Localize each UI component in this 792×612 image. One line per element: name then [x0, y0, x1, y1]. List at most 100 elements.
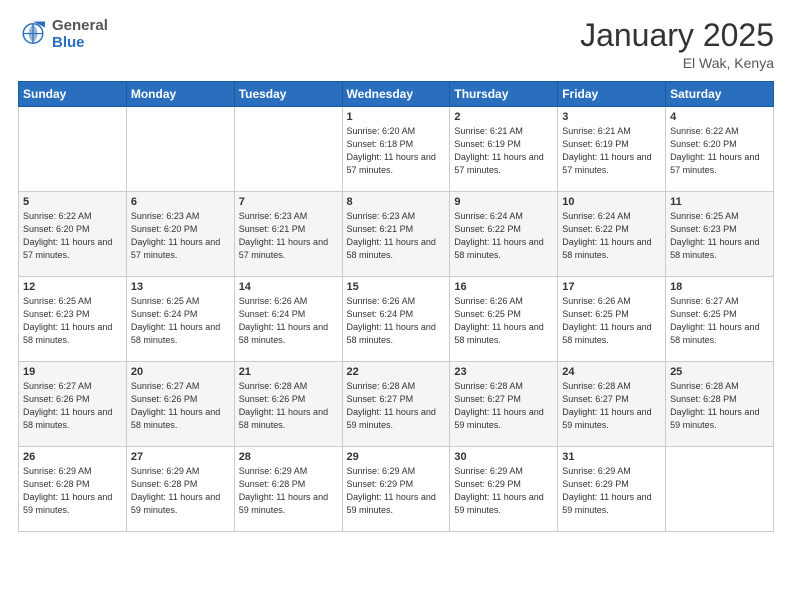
- day-number: 22: [347, 366, 446, 378]
- day-info: Sunrise: 6:27 AMSunset: 6:26 PMDaylight:…: [23, 380, 122, 432]
- day-info: Sunrise: 6:22 AMSunset: 6:20 PMDaylight:…: [670, 125, 769, 177]
- day-cell: 12 Sunrise: 6:25 AMSunset: 6:23 PMDayligh…: [19, 277, 127, 362]
- day-cell: 2 Sunrise: 6:21 AMSunset: 6:19 PMDaylight…: [450, 107, 558, 192]
- week-row-3: 19 Sunrise: 6:27 AMSunset: 6:26 PMDayligh…: [19, 362, 774, 447]
- day-cell: 8Sunrise: 6:23 AMSunset: 6:21 PMDaylight…: [342, 192, 450, 277]
- day-cell: 10 Sunrise: 6:24 AMSunset: 6:22 PMDayligh…: [558, 192, 666, 277]
- logo-text: General Blue: [52, 18, 108, 51]
- day-info: Sunrise: 6:25 AMSunset: 6:23 PMDaylight:…: [23, 295, 122, 347]
- day-cell: 23Sunrise: 6:28 AMSunset: 6:27 PMDayligh…: [450, 362, 558, 447]
- day-number: 25: [670, 366, 769, 378]
- day-cell: 26Sunrise: 6:29 AMSunset: 6:28 PMDayligh…: [19, 447, 127, 532]
- day-info: Sunrise: 6:28 AMSunset: 6:27 PMDaylight:…: [454, 380, 553, 432]
- day-info: Sunrise: 6:29 AMSunset: 6:29 PMDaylight:…: [562, 465, 661, 517]
- day-info: Sunrise: 6:23 AMSunset: 6:21 PMDaylight:…: [347, 210, 446, 262]
- day-info: Sunrise: 6:26 AMSunset: 6:24 PMDaylight:…: [347, 295, 446, 347]
- day-number: 16: [454, 281, 553, 293]
- day-cell: 11 Sunrise: 6:25 AMSunset: 6:23 PMDayligh…: [666, 192, 774, 277]
- week-row-0: 1 Sunrise: 6:20 AMSunset: 6:18 PMDaylight…: [19, 107, 774, 192]
- week-row-1: 5 Sunrise: 6:22 AMSunset: 6:20 PMDaylight…: [19, 192, 774, 277]
- day-number: 14: [239, 281, 338, 293]
- day-cell: 28 Sunrise: 6:29 AMSunset: 6:28 PMDayligh…: [234, 447, 342, 532]
- day-info: Sunrise: 6:26 AMSunset: 6:24 PMDaylight:…: [239, 295, 338, 347]
- day-number: 7: [239, 196, 338, 208]
- day-info: Sunrise: 6:26 AMSunset: 6:25 PMDaylight:…: [454, 295, 553, 347]
- day-cell: 9Sunrise: 6:24 AMSunset: 6:22 PMDaylight…: [450, 192, 558, 277]
- day-cell: [666, 447, 774, 532]
- day-info: Sunrise: 6:28 AMSunset: 6:27 PMDaylight:…: [347, 380, 446, 432]
- day-cell: [234, 107, 342, 192]
- day-cell: 6Sunrise: 6:23 AMSunset: 6:20 PMDaylight…: [126, 192, 234, 277]
- day-number: 17: [562, 281, 661, 293]
- day-number: 21: [239, 366, 338, 378]
- day-info: Sunrise: 6:25 AMSunset: 6:23 PMDaylight:…: [670, 210, 769, 262]
- day-info: Sunrise: 6:28 AMSunset: 6:27 PMDaylight:…: [562, 380, 661, 432]
- day-info: Sunrise: 6:21 AMSunset: 6:19 PMDaylight:…: [454, 125, 553, 177]
- col-tuesday: Tuesday: [234, 82, 342, 107]
- day-number: 18: [670, 281, 769, 293]
- col-sunday: Sunday: [19, 82, 127, 107]
- day-number: 29: [347, 451, 446, 463]
- day-cell: 1 Sunrise: 6:20 AMSunset: 6:18 PMDaylight…: [342, 107, 450, 192]
- day-info: Sunrise: 6:22 AMSunset: 6:20 PMDaylight:…: [23, 210, 122, 262]
- day-cell: 17Sunrise: 6:26 AMSunset: 6:25 PMDayligh…: [558, 277, 666, 362]
- day-number: 1: [347, 111, 446, 123]
- day-cell: 19 Sunrise: 6:27 AMSunset: 6:26 PMDayligh…: [19, 362, 127, 447]
- day-cell: [126, 107, 234, 192]
- day-number: 5: [23, 196, 122, 208]
- day-info: Sunrise: 6:29 AMSunset: 6:29 PMDaylight:…: [454, 465, 553, 517]
- col-monday: Monday: [126, 82, 234, 107]
- page: General Blue January 2025 El Wak, Kenya …: [0, 0, 792, 612]
- day-number: 3: [562, 111, 661, 123]
- day-info: Sunrise: 6:28 AMSunset: 6:26 PMDaylight:…: [239, 380, 338, 432]
- day-info: Sunrise: 6:23 AMSunset: 6:20 PMDaylight:…: [131, 210, 230, 262]
- day-cell: 18Sunrise: 6:27 AMSunset: 6:25 PMDayligh…: [666, 277, 774, 362]
- day-info: Sunrise: 6:24 AMSunset: 6:22 PMDaylight:…: [562, 210, 661, 262]
- day-number: 2: [454, 111, 553, 123]
- day-info: Sunrise: 6:20 AMSunset: 6:18 PMDaylight:…: [347, 125, 446, 177]
- day-info: Sunrise: 6:27 AMSunset: 6:26 PMDaylight:…: [131, 380, 230, 432]
- logo-blue: Blue: [52, 35, 108, 52]
- day-cell: 3 Sunrise: 6:21 AMSunset: 6:19 PMDaylight…: [558, 107, 666, 192]
- month-year: January 2025: [580, 18, 774, 53]
- day-info: Sunrise: 6:23 AMSunset: 6:21 PMDaylight:…: [239, 210, 338, 262]
- location: El Wak, Kenya: [580, 55, 774, 71]
- day-info: Sunrise: 6:29 AMSunset: 6:28 PMDaylight:…: [23, 465, 122, 517]
- day-number: 15: [347, 281, 446, 293]
- day-cell: 13Sunrise: 6:25 AMSunset: 6:24 PMDayligh…: [126, 277, 234, 362]
- logo-icon: [18, 20, 48, 50]
- day-number: 30: [454, 451, 553, 463]
- day-info: Sunrise: 6:28 AMSunset: 6:28 PMDaylight:…: [670, 380, 769, 432]
- day-number: 19: [23, 366, 122, 378]
- title-block: January 2025 El Wak, Kenya: [580, 18, 774, 71]
- col-saturday: Saturday: [666, 82, 774, 107]
- day-number: 31: [562, 451, 661, 463]
- day-cell: 20Sunrise: 6:27 AMSunset: 6:26 PMDayligh…: [126, 362, 234, 447]
- day-cell: 16 Sunrise: 6:26 AMSunset: 6:25 PMDayligh…: [450, 277, 558, 362]
- header-row: Sunday Monday Tuesday Wednesday Thursday…: [19, 82, 774, 107]
- logo: General Blue: [18, 18, 108, 51]
- day-cell: 31 Sunrise: 6:29 AMSunset: 6:29 PMDayligh…: [558, 447, 666, 532]
- day-number: 24: [562, 366, 661, 378]
- day-info: Sunrise: 6:29 AMSunset: 6:28 PMDaylight:…: [131, 465, 230, 517]
- logo-general: General: [52, 18, 108, 35]
- day-cell: 15 Sunrise: 6:26 AMSunset: 6:24 PMDayligh…: [342, 277, 450, 362]
- day-number: 11: [670, 196, 769, 208]
- day-cell: 5 Sunrise: 6:22 AMSunset: 6:20 PMDaylight…: [19, 192, 127, 277]
- col-friday: Friday: [558, 82, 666, 107]
- day-cell: 30 Sunrise: 6:29 AMSunset: 6:29 PMDayligh…: [450, 447, 558, 532]
- day-number: 10: [562, 196, 661, 208]
- day-number: 28: [239, 451, 338, 463]
- week-row-2: 12 Sunrise: 6:25 AMSunset: 6:23 PMDayligh…: [19, 277, 774, 362]
- col-thursday: Thursday: [450, 82, 558, 107]
- day-number: 13: [131, 281, 230, 293]
- week-row-4: 26Sunrise: 6:29 AMSunset: 6:28 PMDayligh…: [19, 447, 774, 532]
- day-info: Sunrise: 6:29 AMSunset: 6:28 PMDaylight:…: [239, 465, 338, 517]
- day-info: Sunrise: 6:29 AMSunset: 6:29 PMDaylight:…: [347, 465, 446, 517]
- day-number: 12: [23, 281, 122, 293]
- header: General Blue January 2025 El Wak, Kenya: [18, 18, 774, 71]
- day-info: Sunrise: 6:21 AMSunset: 6:19 PMDaylight:…: [562, 125, 661, 177]
- day-info: Sunrise: 6:24 AMSunset: 6:22 PMDaylight:…: [454, 210, 553, 262]
- day-cell: 14 Sunrise: 6:26 AMSunset: 6:24 PMDayligh…: [234, 277, 342, 362]
- day-cell: 21 Sunrise: 6:28 AMSunset: 6:26 PMDayligh…: [234, 362, 342, 447]
